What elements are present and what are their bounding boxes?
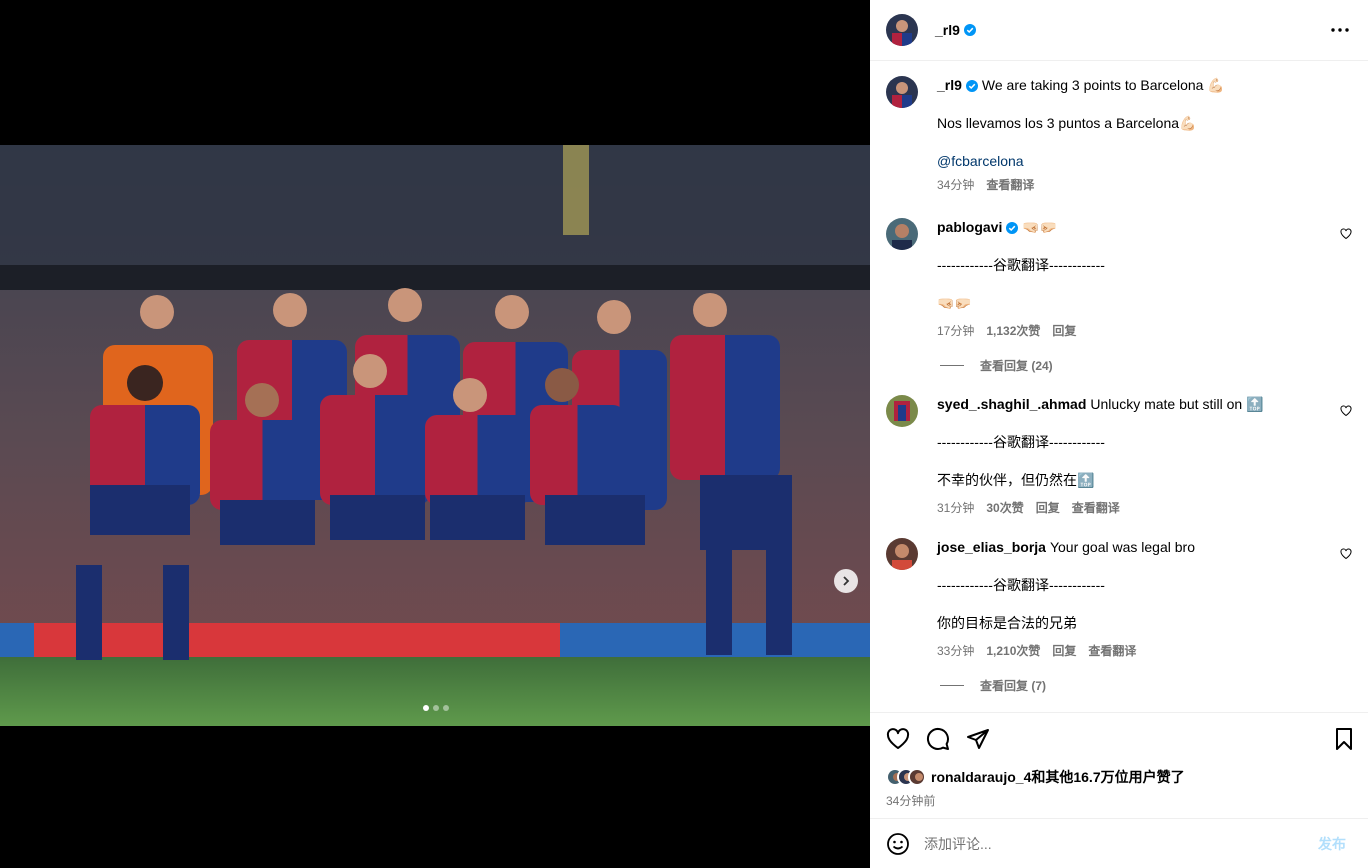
reply-button[interactable]: 回复 bbox=[1052, 322, 1076, 340]
more-options-button[interactable] bbox=[1328, 18, 1352, 42]
comment-translate-link[interactable]: 查看翻译 bbox=[1072, 499, 1120, 517]
comment-text: Your goal was legal bro bbox=[1049, 539, 1195, 555]
comment-username[interactable]: jose_elias_borja bbox=[937, 539, 1046, 555]
comment-username[interactable]: syed_.shaghil_.ahmad bbox=[937, 396, 1086, 412]
commenter-avatar[interactable] bbox=[886, 538, 918, 570]
media-area bbox=[0, 0, 870, 868]
comment-item: pablogavi 🤜🏻🤛🏻 ------------谷歌翻译----------… bbox=[886, 218, 1352, 378]
comment-icon[interactable] bbox=[926, 727, 950, 751]
bookmark-icon[interactable] bbox=[1332, 727, 1356, 751]
view-replies-button[interactable]: 查看回复 (7) bbox=[940, 677, 1046, 694]
commenter-avatar[interactable] bbox=[886, 218, 918, 250]
verified-badge-icon bbox=[1006, 222, 1019, 235]
comment-translation: 🤜🏻🤛🏻 bbox=[937, 295, 972, 311]
comment-likes[interactable]: 1,210次赞 bbox=[986, 642, 1040, 660]
commenter-avatar[interactable] bbox=[886, 395, 918, 427]
post-photo[interactable] bbox=[0, 145, 870, 726]
post-side-panel: _rl9 _rl9 We are taking 3 points to Barce… bbox=[870, 0, 1368, 868]
replies-line bbox=[940, 365, 964, 366]
caption-mention[interactable]: @fcbarcelona bbox=[937, 152, 1337, 170]
comment-body: jose_elias_borja Your goal was legal bro … bbox=[937, 538, 1337, 660]
caption: _rl9 We are taking 3 points to Barcelona … bbox=[886, 76, 1352, 196]
view-replies-label: 查看回复 (24) bbox=[980, 359, 1053, 373]
comments-list[interactable]: _rl9 We are taking 3 points to Barcelona … bbox=[870, 61, 1368, 712]
comment-text: Unlucky mate but still on 🔝 bbox=[1090, 396, 1264, 412]
carousel-dot-1 bbox=[423, 705, 429, 711]
comment-likes[interactable]: 1,132次赞 bbox=[986, 322, 1040, 340]
caption-text-line1: We are taking 3 points to Barcelona 💪🏻 bbox=[981, 77, 1225, 93]
author-avatar[interactable] bbox=[886, 14, 918, 46]
comment-translate-link[interactable]: 查看翻译 bbox=[1088, 642, 1136, 660]
comment-translation: 不幸的伙伴，但仍然在🔝 bbox=[937, 472, 1095, 488]
post-actions: ronaldaraujo_4和其他16.7万位用户赞了 34分钟前 bbox=[870, 712, 1368, 818]
translation-divider: ------------谷歌翻译------------ bbox=[937, 434, 1105, 450]
caption-text-line2: Nos llevamos los 3 puntos a Barcelona💪🏻 bbox=[937, 115, 1197, 131]
post-timestamp[interactable]: 34分钟前 bbox=[886, 792, 935, 809]
team-photo-illustration bbox=[0, 145, 870, 726]
author-username[interactable]: _rl9 bbox=[935, 22, 960, 38]
verified-badge-icon bbox=[963, 24, 976, 36]
carousel-indicator bbox=[423, 705, 449, 711]
view-replies-label: 查看回复 (7) bbox=[980, 679, 1047, 693]
comment-time: 17分钟 bbox=[937, 324, 975, 338]
comment-body: syed_.shaghil_.ahmad Unlucky mate but sti… bbox=[937, 395, 1337, 517]
translation-divider: ------------谷歌翻译------------ bbox=[937, 257, 1105, 273]
verified-badge-icon bbox=[965, 80, 978, 93]
likes-summary[interactable]: ronaldaraujo_4和其他16.7万位用户赞了 bbox=[886, 767, 1185, 787]
reply-button[interactable]: 回复 bbox=[1036, 499, 1060, 517]
post-header: _rl9 bbox=[870, 0, 1368, 61]
comment-item: syed_.shaghil_.ahmad Unlucky mate but sti… bbox=[886, 395, 1352, 525]
emoji-icon[interactable] bbox=[886, 832, 910, 856]
comment-item: jose_elias_borja Your goal was legal bro … bbox=[886, 538, 1352, 698]
comment-time: 31分钟 bbox=[937, 501, 975, 515]
comment-input[interactable] bbox=[924, 835, 1318, 852]
comment-time: 33分钟 bbox=[937, 644, 975, 658]
more-icon bbox=[1331, 28, 1349, 32]
comment-text: 🤜🏻🤛🏻 bbox=[1022, 219, 1058, 235]
comment-body: pablogavi 🤜🏻🤛🏻 ------------谷歌翻译----------… bbox=[937, 218, 1337, 340]
carousel-next-button[interactable] bbox=[834, 569, 858, 593]
heart-icon[interactable] bbox=[886, 727, 910, 751]
comment-translation: 你的目标是合法的兄弟 bbox=[937, 615, 1077, 631]
replies-line bbox=[940, 685, 964, 686]
carousel-dot-2 bbox=[433, 705, 439, 711]
likes-text[interactable]: ronaldaraujo_4和其他16.7万位用户赞了 bbox=[931, 767, 1185, 787]
comment-likes[interactable]: 30次赞 bbox=[986, 499, 1023, 517]
reply-button[interactable]: 回复 bbox=[1052, 642, 1076, 660]
caption-time: 34分钟 bbox=[937, 178, 975, 192]
translation-divider: ------------谷歌翻译------------ bbox=[937, 577, 1105, 593]
comment-composer: 发布 bbox=[870, 818, 1368, 868]
chevron-right-icon bbox=[843, 576, 850, 586]
author-avatar[interactable] bbox=[886, 76, 918, 108]
comment-like-heart-icon[interactable] bbox=[1340, 405, 1352, 417]
caption-username[interactable]: _rl9 bbox=[937, 77, 962, 93]
view-replies-button[interactable]: 查看回复 (24) bbox=[940, 357, 1053, 374]
liker-avatar bbox=[908, 768, 926, 786]
share-icon[interactable] bbox=[966, 727, 990, 751]
carousel-dot-3 bbox=[443, 705, 449, 711]
caption-body: _rl9 We are taking 3 points to Barcelona … bbox=[937, 76, 1337, 194]
instagram-post-view: _rl9 _rl9 We are taking 3 points to Barce… bbox=[0, 0, 1368, 868]
comment-username[interactable]: pablogavi bbox=[937, 219, 1002, 235]
comment-like-heart-icon[interactable] bbox=[1340, 228, 1352, 240]
comment-like-heart-icon[interactable] bbox=[1340, 548, 1352, 560]
post-comment-button[interactable]: 发布 bbox=[1318, 834, 1346, 854]
caption-translate-link[interactable]: 查看翻译 bbox=[986, 176, 1034, 194]
